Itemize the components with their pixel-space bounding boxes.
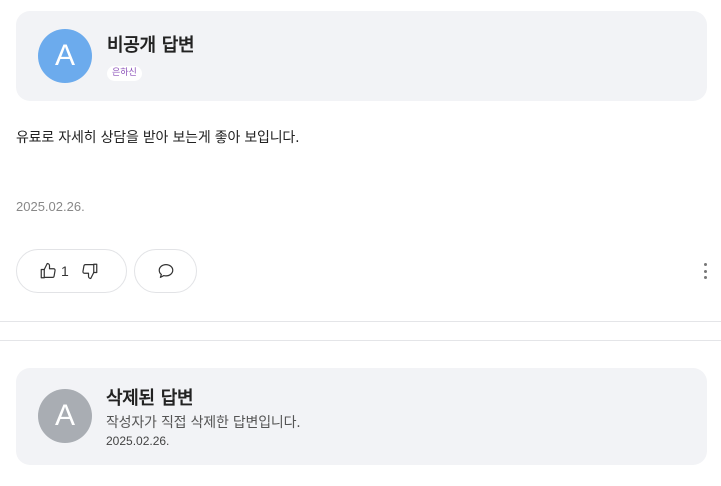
answer-avatar[interactable]: A xyxy=(38,29,92,83)
section-divider-bottom xyxy=(0,340,721,341)
thumbs-down-icon xyxy=(81,262,99,280)
answer-title: 비공개 답변 xyxy=(107,35,195,56)
section-divider-top xyxy=(0,321,721,322)
deleted-answer-avatar: A xyxy=(38,389,92,443)
author-badge[interactable]: 은하신 xyxy=(107,66,142,81)
comment-bubble-icon xyxy=(157,262,175,280)
answer-avatar-letter: A xyxy=(54,39,75,72)
deleted-answer-title: 삭제된 답변 xyxy=(106,388,194,409)
more-vertical-icon[interactable] xyxy=(700,263,710,279)
like-count: 1 xyxy=(61,263,69,279)
thumbs-up-icon xyxy=(39,262,57,280)
answer-body-text: 유료로 자세히 상담을 받아 보는게 좋아 보입니다. xyxy=(16,130,300,146)
deleted-avatar-letter: A xyxy=(54,399,75,432)
deleted-answer-date: 2025.02.26. xyxy=(106,434,170,448)
answer-date: 2025.02.26. xyxy=(16,199,85,214)
answer-header-card: A 비공개 답변 은하신 xyxy=(16,11,707,101)
vote-group: 1 xyxy=(16,249,127,293)
like-button[interactable]: 1 xyxy=(39,262,77,280)
deleted-answer-description: 작성자가 직접 삭제한 답변입니다. xyxy=(106,415,301,431)
dislike-button[interactable] xyxy=(81,262,99,280)
comment-button[interactable] xyxy=(134,249,197,293)
